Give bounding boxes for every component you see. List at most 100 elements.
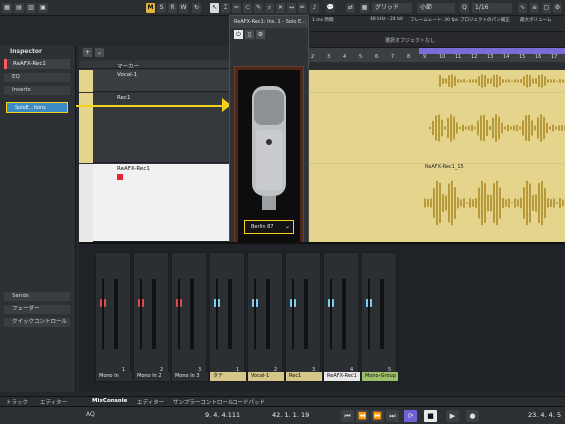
mixer-channel[interactable]: 3 Mono In 3: [171, 252, 208, 382]
audio-quantize-label[interactable]: AQ: [86, 411, 95, 418]
snap-icon[interactable]: ⇄: [346, 3, 355, 13]
mixer-channel[interactable]: 5 Mono-Group: [361, 252, 398, 382]
tab-mixconsole[interactable]: MixConsole: [92, 398, 127, 404]
tab-lower-editor[interactable]: エディター: [137, 398, 164, 406]
channel-name[interactable]: Vocal-1: [248, 372, 284, 381]
grid-type-select[interactable]: グリッド: [372, 3, 412, 13]
selection-info-bar: 選択オブジェクトなし: [310, 32, 565, 48]
channel-name[interactable]: Mono-Group: [362, 372, 398, 381]
mute-tool-icon[interactable]: ✕: [276, 3, 285, 13]
track-row-vocal[interactable]: Vocal-1: [79, 70, 230, 92]
channel-name[interactable]: ReAFX-Rec1: [324, 372, 360, 381]
insert-slot-1[interactable]: SoloE...tions: [6, 102, 68, 113]
quantize-icon[interactable]: Q: [460, 3, 469, 13]
mixer-channel[interactable]: 2 Vocal-1: [247, 252, 284, 382]
erase-icon[interactable]: ✎: [254, 3, 263, 13]
play-tool-icon[interactable]: ♪: [310, 3, 319, 13]
inspector-tab[interactable]: Inspector: [10, 48, 42, 55]
bar-select[interactable]: 小節: [417, 3, 455, 13]
channel-name[interactable]: タテ: [210, 372, 246, 381]
window-icon[interactable]: ▤: [14, 3, 24, 13]
panel-icon[interactable]: ▥: [26, 3, 36, 13]
wave-icon[interactable]: ∿: [518, 3, 527, 13]
glue-icon[interactable]: ⊂: [243, 3, 252, 13]
plugin-window[interactable]: ReAFX-Rec1: Ins. 1 - Solo E... ⏻ ▯ ⚙ Ber…: [229, 15, 309, 256]
grid-icon[interactable]: ▦: [360, 3, 369, 13]
channel-name[interactable]: Rec1: [286, 372, 322, 381]
tab-sampler-control[interactable]: サンプラーコントロール: [173, 398, 233, 406]
layout-icon[interactable]: ▦: [2, 3, 12, 13]
position-display[interactable]: 42. 1. 1. 19: [272, 411, 309, 419]
channel-name[interactable]: Mono In 3: [172, 372, 208, 381]
ruler-tick-label: 8: [407, 54, 411, 60]
play-icon[interactable]: ▶: [446, 410, 459, 422]
track-row-rec1[interactable]: Rec1: [79, 93, 230, 163]
info-volume[interactable]: 最大ボリューム: [520, 17, 551, 23]
inserts-section[interactable]: Inserts: [4, 86, 70, 95]
eq-section[interactable]: EQ: [4, 73, 70, 82]
track-row-marker[interactable]: マーカー: [79, 61, 230, 70]
sends-section[interactable]: Sends: [4, 292, 70, 301]
loop-icon[interactable]: ↻: [192, 3, 201, 13]
inspector-track-header[interactable]: ReAFX-Rec1: [4, 59, 70, 69]
zoom-icon[interactable]: ⌕: [265, 3, 274, 13]
mute-button[interactable]: M: [146, 3, 155, 13]
cycle-icon[interactable]: ⟳: [404, 410, 417, 422]
info-framerate[interactable]: フレームレート: 30 fps: [410, 17, 458, 23]
power-icon[interactable]: ⏻: [234, 30, 243, 39]
quantize-select[interactable]: 1/16: [472, 3, 512, 13]
track-row-reafx[interactable]: ReAFX-Rec1: [79, 164, 230, 242]
fader-track: [178, 279, 180, 349]
add-track-icon[interactable]: +: [83, 48, 92, 57]
record-enable-icon[interactable]: [117, 174, 123, 180]
forward-icon[interactable]: ⏩: [371, 410, 384, 422]
write-button[interactable]: W: [179, 3, 188, 13]
record-icon[interactable]: ●: [466, 410, 479, 422]
mixer-channel[interactable]: 4 ReAFX-Rec1: [323, 252, 360, 382]
right-locator[interactable]: 23. 4. 4. 5: [528, 411, 561, 419]
arrange-area[interactable]: [309, 48, 565, 242]
mixer-channel[interactable]: 1 Mono In: [95, 252, 132, 382]
range-icon[interactable]: ⌶: [221, 3, 230, 13]
solo-button[interactable]: S: [157, 3, 166, 13]
fader-section[interactable]: フェーダー: [4, 305, 70, 314]
time-icon[interactable]: ↔: [287, 3, 296, 13]
channel-name[interactable]: Mono In 2: [134, 372, 170, 381]
channel-name[interactable]: Mono In: [96, 372, 132, 381]
inspector-panel: Inspector ReAFX-Rec1 EQ Inserts SoloE...…: [0, 46, 76, 392]
ruler-tick-label: 2: [311, 54, 315, 60]
bypass-icon[interactable]: ▯: [245, 30, 254, 39]
go-to-end-icon[interactable]: ⏭: [386, 410, 399, 422]
tab-chord-pads[interactable]: コードパッド: [232, 398, 265, 406]
pointer-icon[interactable]: ↖: [210, 3, 219, 13]
preset-selector[interactable]: Berlin 87 ⌄: [244, 220, 294, 234]
mixer-channel[interactable]: 3 Rec1: [285, 252, 322, 382]
tab-editor[interactable]: エディター: [40, 398, 67, 406]
go-to-start-icon[interactable]: ⏮: [341, 410, 354, 422]
tab-track[interactable]: トラック: [6, 398, 28, 406]
rewind-icon[interactable]: ⏪: [356, 410, 369, 422]
read-button[interactable]: R: [168, 3, 177, 13]
stop-icon[interactable]: ■: [424, 410, 437, 422]
cubase-window: ▦ ▤ ▥ ▣ M S R W ↻ ↖ ⌶ ✂ ⊂ ✎ ⌕ ✕ ↔ ✏ ♪ 💬 …: [0, 0, 565, 424]
chevron-down-icon: ⌄: [285, 223, 291, 230]
ruler-tick-label: 11: [455, 54, 462, 60]
level-meter: [304, 279, 308, 349]
ruler[interactable]: 2 3 4 5 6 7 8 9 10 11 12 13 14 15 16 17: [309, 48, 565, 62]
mixer-channel[interactable]: 1 タテ: [209, 252, 246, 382]
split-icon[interactable]: ✂: [232, 3, 241, 13]
track-menu-icon[interactable]: ⌄: [95, 48, 104, 57]
speech-icon[interactable]: 💬: [326, 3, 335, 13]
mixer-channel[interactable]: 2 Mono In 2: [133, 252, 170, 382]
info-samplerate[interactable]: 48 kHz - 24 bit: [370, 17, 403, 22]
plugin-title[interactable]: ReAFX-Rec1: Ins. 1 - Solo E...: [230, 16, 308, 28]
preset-icon[interactable]: ⚙: [256, 30, 265, 39]
layout-toggle-icon[interactable]: ▢: [542, 3, 551, 13]
settings-icon[interactable]: ⚙: [553, 3, 562, 13]
zone-icon[interactable]: ▣: [38, 3, 48, 13]
left-locator[interactable]: 9. 4. 4.111: [205, 411, 240, 419]
quick-controls-section[interactable]: クイックコントロール: [4, 318, 70, 327]
draw-icon[interactable]: ✏: [298, 3, 307, 13]
list-icon[interactable]: ≡: [530, 3, 539, 13]
info-pan[interactable]: プロジェクトのパン補正: [460, 17, 510, 23]
